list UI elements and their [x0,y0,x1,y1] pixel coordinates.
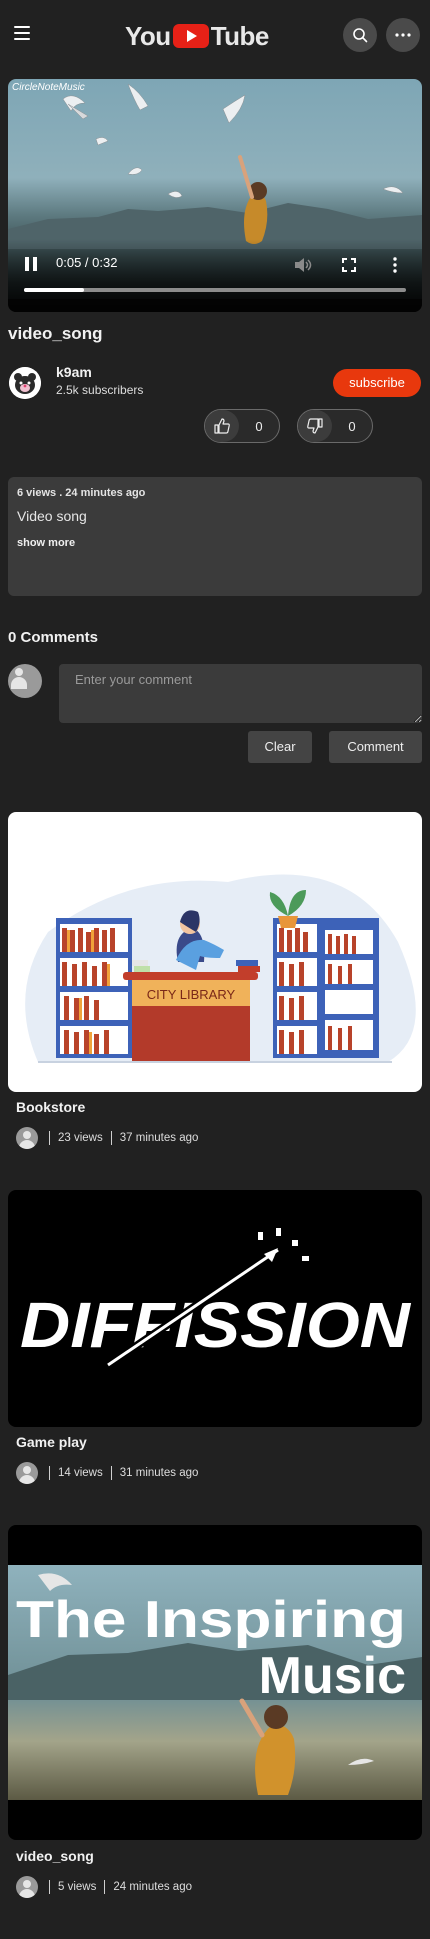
search-icon [353,28,368,43]
inspiring-music-art: The Inspiring Music [8,1565,422,1800]
related-meta-3: 5 views 24 minutes ago [16,1876,192,1898]
youtube-logo[interactable]: You Tube [125,18,269,54]
bear-avatar-icon [9,367,41,399]
city-library-sign: CITY LIBRARY [147,987,236,1002]
upload-time: 24 minutes ago [113,1881,192,1893]
subscribe-button[interactable]: subscribe [333,369,421,397]
thumbnail-heading-line1: The Inspiring [16,1591,406,1649]
fullscreen-icon[interactable] [342,258,356,272]
diffission-text: DIFFISSION [20,1289,412,1361]
comments-title: 0 Comments [8,629,99,646]
top-bar: You Tube [0,0,430,70]
related-title-1[interactable]: Bookstore [16,1099,85,1115]
related-thumbnail-2[interactable]: DIFFISSION [8,1190,422,1427]
play-logo-icon [172,24,209,48]
player-controls-overlay [8,239,422,312]
hamburger-menu-icon[interactable] [14,26,30,40]
user-avatar [8,664,42,698]
video-player[interactable]: CircleNoteMusic 0:05 / 0:32 [8,79,422,312]
clear-button[interactable]: Clear [248,731,312,763]
meta-divider [49,1466,50,1480]
view-count: 14 views [58,1467,103,1479]
logo-text-left: You [125,20,171,51]
like-count: 0 [255,418,263,434]
meta-divider [110,1466,112,1480]
progress-bar-fill [24,288,84,292]
video-meta: 6 views . 24 minutes ago [17,487,146,499]
meta-divider [49,1880,50,1894]
diffission-logo-art: DIFFISSION [20,1228,412,1369]
meta-divider [110,1131,112,1145]
meta-divider [104,1880,106,1894]
dislike-button[interactable]: 0 [297,409,373,443]
upload-time: 37 minutes ago [119,1132,199,1144]
description-text: Video song [17,508,87,524]
thumbnail-heading-line2: Music [259,1647,406,1705]
upload-time: 31 minutes ago [119,1467,199,1479]
right-bookshelf [273,918,379,1058]
related-meta-1: 23 views 37 minutes ago [16,1127,198,1149]
view-count: 23 views [58,1132,103,1144]
search-button[interactable] [343,18,377,52]
volume-muted-icon[interactable] [294,257,312,273]
description-box[interactable]: 6 views . 24 minutes ago Video song show… [8,477,422,596]
progress-bar[interactable] [24,288,406,292]
subscriber-count: 2.5k subscribers [56,383,144,397]
time-display: 0:05 / 0:32 [56,255,118,270]
like-button[interactable]: 0 [204,409,280,443]
channel-avatar-icon [16,1127,38,1149]
dislike-count: 0 [348,418,356,434]
library-illustration: CITY LIBRARY [25,874,416,1063]
thumbs-down-icon [298,410,332,442]
channel-avatar-icon [16,1462,38,1484]
desk: CITY LIBRARY [123,960,260,1062]
more-horizontal-icon [395,33,411,37]
related-thumbnail-3[interactable]: The Inspiring Music [8,1525,422,1840]
related-thumbnail-1[interactable]: CITY LIBRARY [8,812,422,1092]
related-meta-2: 14 views 31 minutes ago [16,1462,198,1484]
thumbs-up-icon [205,410,239,442]
view-count: 5 views [58,1881,97,1893]
left-bookshelf [56,918,132,1058]
comment-input[interactable] [59,664,422,723]
related-title-3[interactable]: video_song [16,1848,94,1864]
channel-avatar-icon [16,1876,38,1898]
logo-text-right: Tube [210,20,270,51]
meta-divider [49,1131,50,1145]
channel-avatar[interactable] [9,367,41,399]
channel-name[interactable]: k9am [56,364,92,380]
more-options-button[interactable] [386,18,420,52]
pause-icon[interactable] [25,257,37,271]
more-vertical-icon[interactable] [393,257,397,273]
video-watermark: CircleNoteMusic [12,82,85,93]
comment-button[interactable]: Comment [329,731,422,763]
video-title: video_song [8,324,103,343]
related-title-2[interactable]: Game play [16,1434,87,1450]
show-more-link[interactable]: show more [17,537,75,549]
